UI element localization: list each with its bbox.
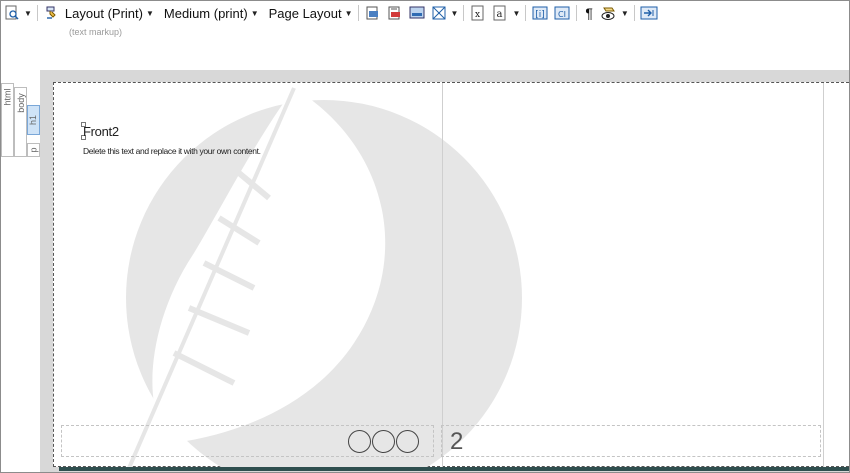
feather-watermark-icon — [114, 87, 522, 468]
format-brush-icon — [43, 4, 61, 22]
page[interactable] — [53, 82, 849, 468]
paragraph-mark-icon: ¶ — [585, 5, 593, 21]
toolbar-divider — [525, 5, 527, 21]
insert-frame-icon — [364, 4, 382, 22]
toolbar-divider — [633, 5, 635, 21]
circle-icon — [372, 430, 395, 453]
body-paragraph[interactable]: Delete this text and replace it with you… — [83, 146, 261, 156]
toolbar: ▼ Layout (Print) ▼ Medium (print) ▼ Page… — [1, 1, 849, 25]
tag-p[interactable]: p — [27, 143, 40, 157]
view-mode-button[interactable]: ▼ — [1, 2, 34, 24]
tags-icon: [i] — [531, 4, 549, 22]
chevron-down-icon: ▼ — [250, 8, 259, 18]
chevron-down-icon: ▼ — [24, 8, 32, 18]
insert-variable-button[interactable]: x — [467, 2, 489, 24]
edit-frame-icon — [386, 4, 404, 22]
picture-icon — [408, 4, 426, 22]
variable-icon: x — [469, 4, 487, 22]
circle-icon — [348, 430, 371, 453]
toolbar-divider — [576, 5, 578, 21]
chevron-down-icon: ▼ — [145, 8, 154, 18]
footer-frame[interactable] — [441, 425, 821, 457]
page-heading[interactable]: Front2 — [83, 124, 119, 139]
insert-frame-button[interactable] — [362, 2, 384, 24]
circle-icon — [396, 430, 419, 453]
conditions-icon: CI — [553, 4, 571, 22]
column-guide — [823, 83, 824, 467]
output-icon — [640, 4, 658, 22]
tag-body[interactable]: body — [14, 87, 27, 157]
app-window: ▼ Layout (Print) ▼ Medium (print) ▼ Page… — [0, 0, 850, 473]
chevron-down-icon: ▼ — [450, 8, 459, 18]
layout-dropdown[interactable]: Layout (Print) ▼ — [41, 2, 156, 24]
chevron-down-icon: ▼ — [512, 8, 521, 18]
show-marks-button[interactable]: ¶ — [580, 2, 598, 24]
svg-text:a: a — [497, 9, 503, 20]
tag-html[interactable]: html — [1, 83, 14, 157]
insert-text-button[interactable]: a ▼ — [489, 2, 522, 24]
tag-h1[interactable]: h1 — [27, 105, 40, 135]
preview-button[interactable]: ▼ — [598, 2, 631, 24]
footer-circles — [348, 430, 419, 453]
chevron-down-icon: ▼ — [344, 8, 353, 18]
toolbar-divider — [463, 5, 465, 21]
svg-text:CI: CI — [558, 10, 566, 19]
toolbar-divider — [357, 5, 359, 21]
eye-icon — [600, 4, 618, 22]
toolbar-divider — [36, 5, 38, 21]
structure-bar: html body h1 p — [1, 83, 41, 157]
page-layout-dropdown-label: Page Layout — [268, 5, 342, 21]
svg-text:x: x — [475, 10, 480, 20]
page-number: 2 — [450, 428, 464, 455]
edit-frame-button[interactable] — [384, 2, 406, 24]
page-edge — [59, 467, 849, 471]
frame-split-icon — [430, 4, 448, 22]
page-magnifier-icon — [3, 4, 21, 22]
page-layout-dropdown[interactable]: Page Layout ▼ — [267, 2, 355, 24]
svg-text:[i]: [i] — [536, 10, 546, 20]
chevron-down-icon: ▼ — [620, 8, 629, 18]
picture-frame-button[interactable] — [406, 2, 428, 24]
text-markup-hint: (text markup) — [69, 27, 123, 37]
medium-dropdown-label: Medium (print) — [163, 5, 248, 21]
frame-options-button[interactable]: ▼ — [428, 2, 461, 24]
column-guide — [442, 83, 443, 467]
text-page-icon: a — [491, 4, 509, 22]
show-conditions-button[interactable]: CI — [551, 2, 573, 24]
output-button[interactable] — [638, 2, 660, 24]
medium-dropdown[interactable]: Medium (print) ▼ — [162, 2, 261, 24]
show-tags-button[interactable]: [i] — [529, 2, 551, 24]
layout-dropdown-label: Layout (Print) — [64, 5, 143, 21]
